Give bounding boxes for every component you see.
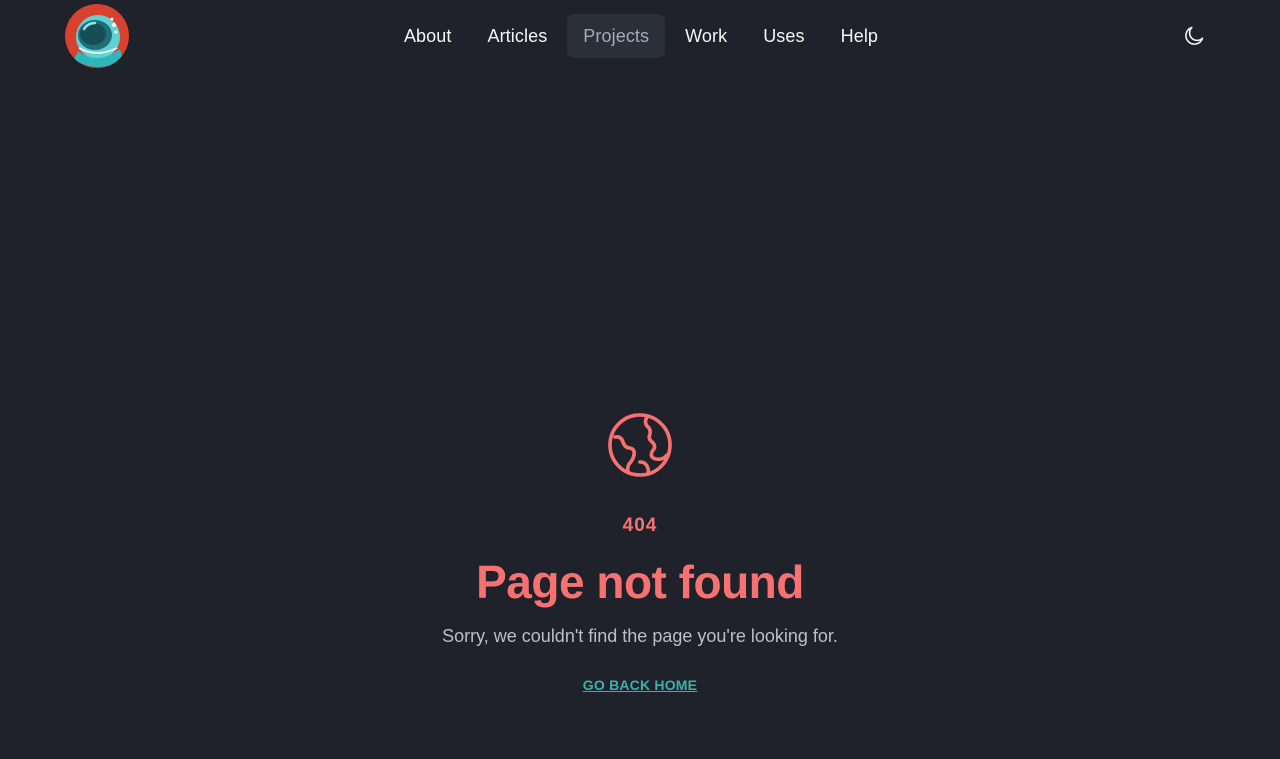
globe-icon [608, 413, 672, 477]
nav-item-about[interactable]: About [388, 14, 468, 58]
error-code: 404 [622, 515, 658, 536]
nav-item-help[interactable]: Help [825, 14, 894, 58]
nav-item-projects[interactable]: Projects [567, 14, 666, 58]
moon-icon [1185, 26, 1204, 45]
main-nav: About Articles Projects Work Uses Help [1, 14, 1280, 58]
theme-toggle-button[interactable] [1178, 20, 1210, 52]
site-header: About Articles Projects Work Uses Help [0, 0, 1280, 72]
error-message: Sorry, we couldn't find the page you're … [442, 626, 838, 646]
not-found-content: 404 Page not found Sorry, we couldn't fi… [0, 400, 1280, 695]
not-found-page: About Articles Projects Work Uses Help 4… [0, 0, 1280, 759]
page-title: Page not found [476, 556, 804, 608]
go-back-home-link[interactable]: GO BACK HOME [583, 677, 697, 693]
nav-item-articles[interactable]: Articles [471, 14, 563, 58]
nav-item-work[interactable]: Work [669, 14, 743, 58]
nav-item-uses[interactable]: Uses [747, 14, 820, 58]
